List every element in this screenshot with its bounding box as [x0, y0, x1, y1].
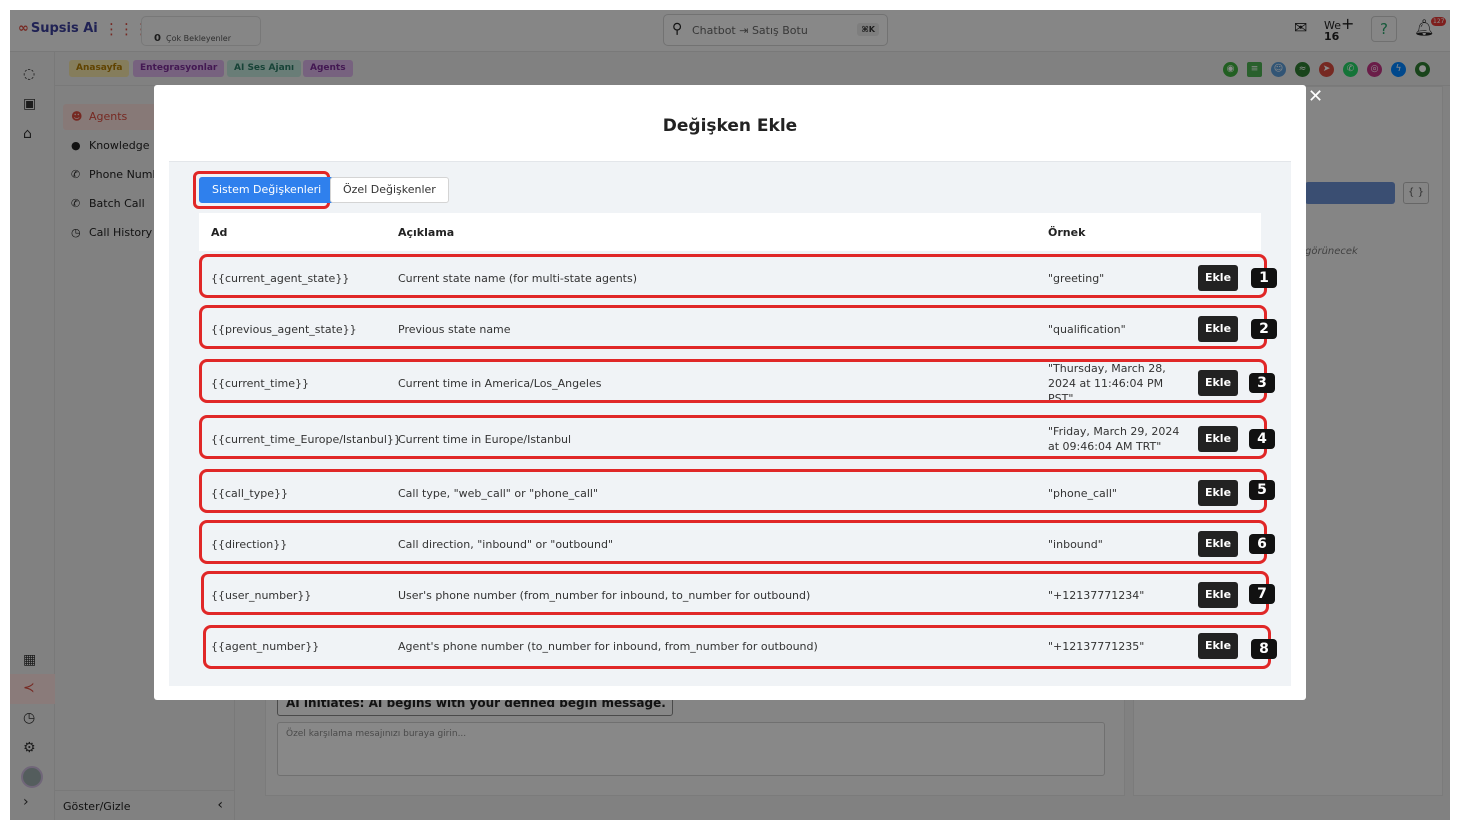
step-number-badge: 3 [1249, 373, 1275, 393]
app-window: ∞ Supsis Ai ⋮⋮⋮ 0 Çok Bekleyenler ⚲ Chatb… [10, 10, 1450, 820]
column-example: Örnek [1048, 226, 1086, 239]
tab-system-variables[interactable]: Sistem Değişkenleri [199, 177, 335, 203]
step-number-badge: 7 [1249, 584, 1275, 604]
variable-modal: Değişken Ekle Sistem Değişkenleri Özel D… [154, 85, 1306, 700]
step-number-badge: 1 [1251, 268, 1277, 288]
highlight-ring [201, 571, 1269, 615]
close-icon[interactable]: ✕ [1308, 86, 1323, 107]
step-number-badge: 4 [1249, 429, 1275, 449]
table-header: Ad Açıklama Örnek [199, 213, 1261, 251]
modal-title: Değişken Ekle [662, 116, 798, 136]
highlight-ring [199, 305, 1267, 349]
column-description: Açıklama [398, 226, 455, 239]
highlight-ring [199, 520, 1267, 564]
tab-custom-variables[interactable]: Özel Değişkenler [330, 177, 449, 203]
highlight-ring [199, 254, 1267, 298]
highlight-ring [199, 415, 1267, 459]
column-name: Ad [211, 226, 228, 239]
highlight-ring [199, 469, 1267, 513]
highlight-ring [199, 359, 1267, 403]
step-number-badge: 6 [1249, 534, 1275, 554]
highlight-ring [203, 625, 1271, 669]
step-number-badge: 2 [1251, 319, 1277, 339]
modal-body: Sistem Değişkenleri Özel Değişkenler Ad … [169, 161, 1291, 686]
step-number-badge: 5 [1249, 480, 1275, 500]
step-number-badge: 8 [1251, 639, 1277, 659]
